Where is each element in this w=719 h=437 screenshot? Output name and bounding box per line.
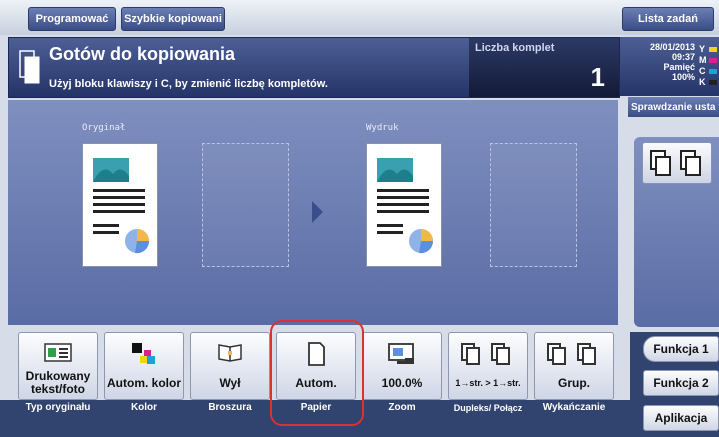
pages-icon [650, 150, 701, 176]
output-document-icon [377, 158, 434, 254]
zoom-label: Zoom [388, 402, 416, 413]
duplex-pages-icon [461, 343, 510, 365]
job-list-button[interactable]: Lista zadań [622, 7, 714, 31]
paper-highlight-ring [270, 320, 364, 426]
finishing-button[interactable]: Grup. [534, 332, 614, 400]
original-label: Oryginał [82, 123, 126, 133]
booklet-value: Wył [219, 376, 241, 390]
original-ghost-page [202, 143, 289, 267]
memory-value: 100% [671, 72, 695, 82]
color-value: Autom. kolor [107, 376, 181, 390]
status-panel: 28/01/2013 09:37 Pamięć 100% Y M C K [620, 37, 719, 96]
side-panel [634, 137, 719, 327]
output-page [366, 143, 442, 267]
color-button[interactable]: Autom. kolor [104, 332, 184, 400]
output-label: Wydruk [366, 123, 399, 133]
zoom-button[interactable]: 100.0% [362, 332, 442, 400]
group-pages-icon [547, 343, 596, 365]
top-bar: Programować Szybkie kopiowani Lista zada… [0, 0, 719, 35]
date-text: 28/01/2013 [649, 42, 695, 52]
duplex-label: Dupleks/ Połącz [453, 403, 523, 413]
finishing-label: Wykańczanie [542, 402, 606, 413]
check-settings-button[interactable]: Sprawdzanie usta [628, 97, 719, 117]
toner-c: C [699, 66, 717, 76]
zoom-icon [388, 343, 414, 364]
time-text: 09:37 [671, 52, 695, 62]
original-type-button[interactable]: Drukowany tekst/foto [18, 332, 98, 400]
status-header: Gotów do kopiowania Użyj bloku klawiszy … [8, 37, 620, 98]
instruction-text: Użyj bloku klawiszy i C, by zmienić licz… [49, 78, 328, 90]
zoom-value: 100.0% [381, 376, 423, 390]
finishing-value: Grup. [558, 376, 590, 390]
original-type-label: Typ oryginału [25, 402, 91, 413]
toner-k: K [699, 77, 717, 87]
quick-copy-tab[interactable]: Szybkie kopiowani [121, 7, 225, 31]
color-squares-icon [132, 343, 155, 364]
copy-count-label: Liczba komplet [475, 42, 555, 54]
memory-label: Pamięć [663, 62, 695, 72]
duplex-value: 1→str. > 1→str. [455, 378, 521, 388]
toner-y: Y [699, 44, 717, 54]
toner-m: M [699, 55, 717, 65]
original-document-icon [93, 158, 150, 254]
original-page [82, 143, 158, 267]
color-label: Kolor [130, 402, 158, 413]
page-layout-button[interactable] [642, 142, 712, 184]
copy-count-value: 1 [590, 62, 605, 92]
duplex-button[interactable]: 1→str. > 1→str. [448, 332, 528, 400]
program-tab[interactable]: Programować [28, 7, 116, 31]
text-photo-icon [44, 343, 72, 362]
copy-count-box[interactable]: Liczba komplet 1 [469, 38, 619, 97]
booklet-button[interactable]: Wył [190, 332, 270, 400]
booklet-label: Broszura [208, 402, 252, 413]
function-2-button[interactable]: Funkcja 2 [643, 370, 719, 396]
copy-icon [19, 50, 40, 84]
output-ghost-page [490, 143, 577, 267]
function-1-button[interactable]: Funkcja 1 [643, 336, 719, 362]
page-title: Gotów do kopiowania [49, 44, 235, 64]
arrow-right-icon [312, 201, 323, 223]
original-type-value: Drukowany tekst/foto [25, 369, 91, 396]
application-button[interactable]: Aplikacja [643, 405, 719, 431]
booklet-icon [218, 344, 242, 362]
